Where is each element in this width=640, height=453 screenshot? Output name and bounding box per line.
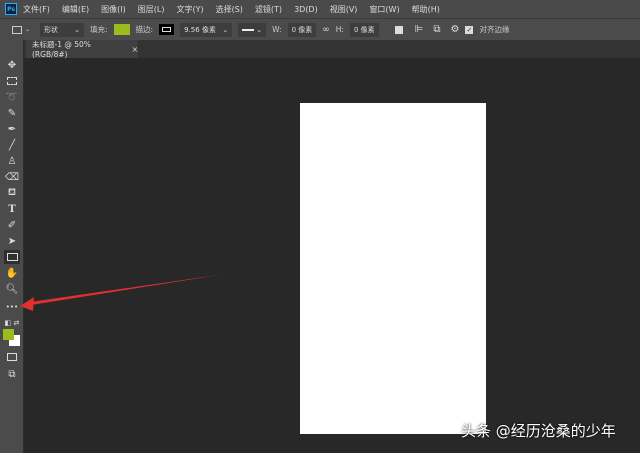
red-arrow-annotation bbox=[20, 274, 225, 311]
watermark: 头条 @经历沧桑的少年 bbox=[461, 422, 616, 440]
foreground-color-swatch[interactable] bbox=[3, 329, 14, 340]
